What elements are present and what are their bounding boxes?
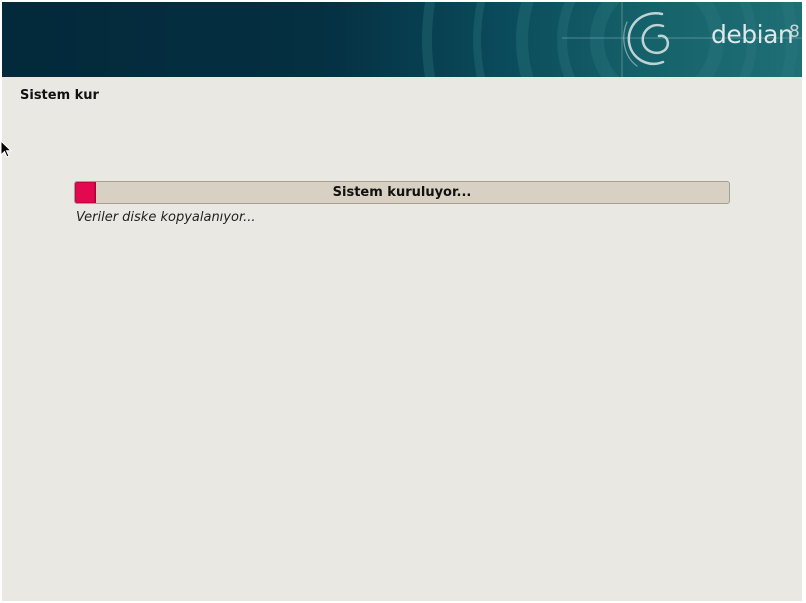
brand-name: debian: [711, 20, 794, 49]
install-progress-bar: Sistem kuruluyor...: [74, 181, 730, 204]
page-title: Sistem kur: [20, 88, 99, 103]
debian-swirl-icon: [623, 12, 670, 67]
debian-brand: debian 8: [617, 2, 802, 77]
progress-status-text: Veriler diske kopyalanıyor...: [76, 210, 256, 225]
header-banner: debian 8: [2, 2, 802, 77]
brand-version: 8: [789, 22, 800, 42]
progress-label: Sistem kuruluyor...: [332, 185, 472, 200]
mouse-pointer-icon: [0, 140, 13, 158]
installer-window: debian 8 Sistem kur Sistem kuruluyor... …: [2, 2, 802, 601]
